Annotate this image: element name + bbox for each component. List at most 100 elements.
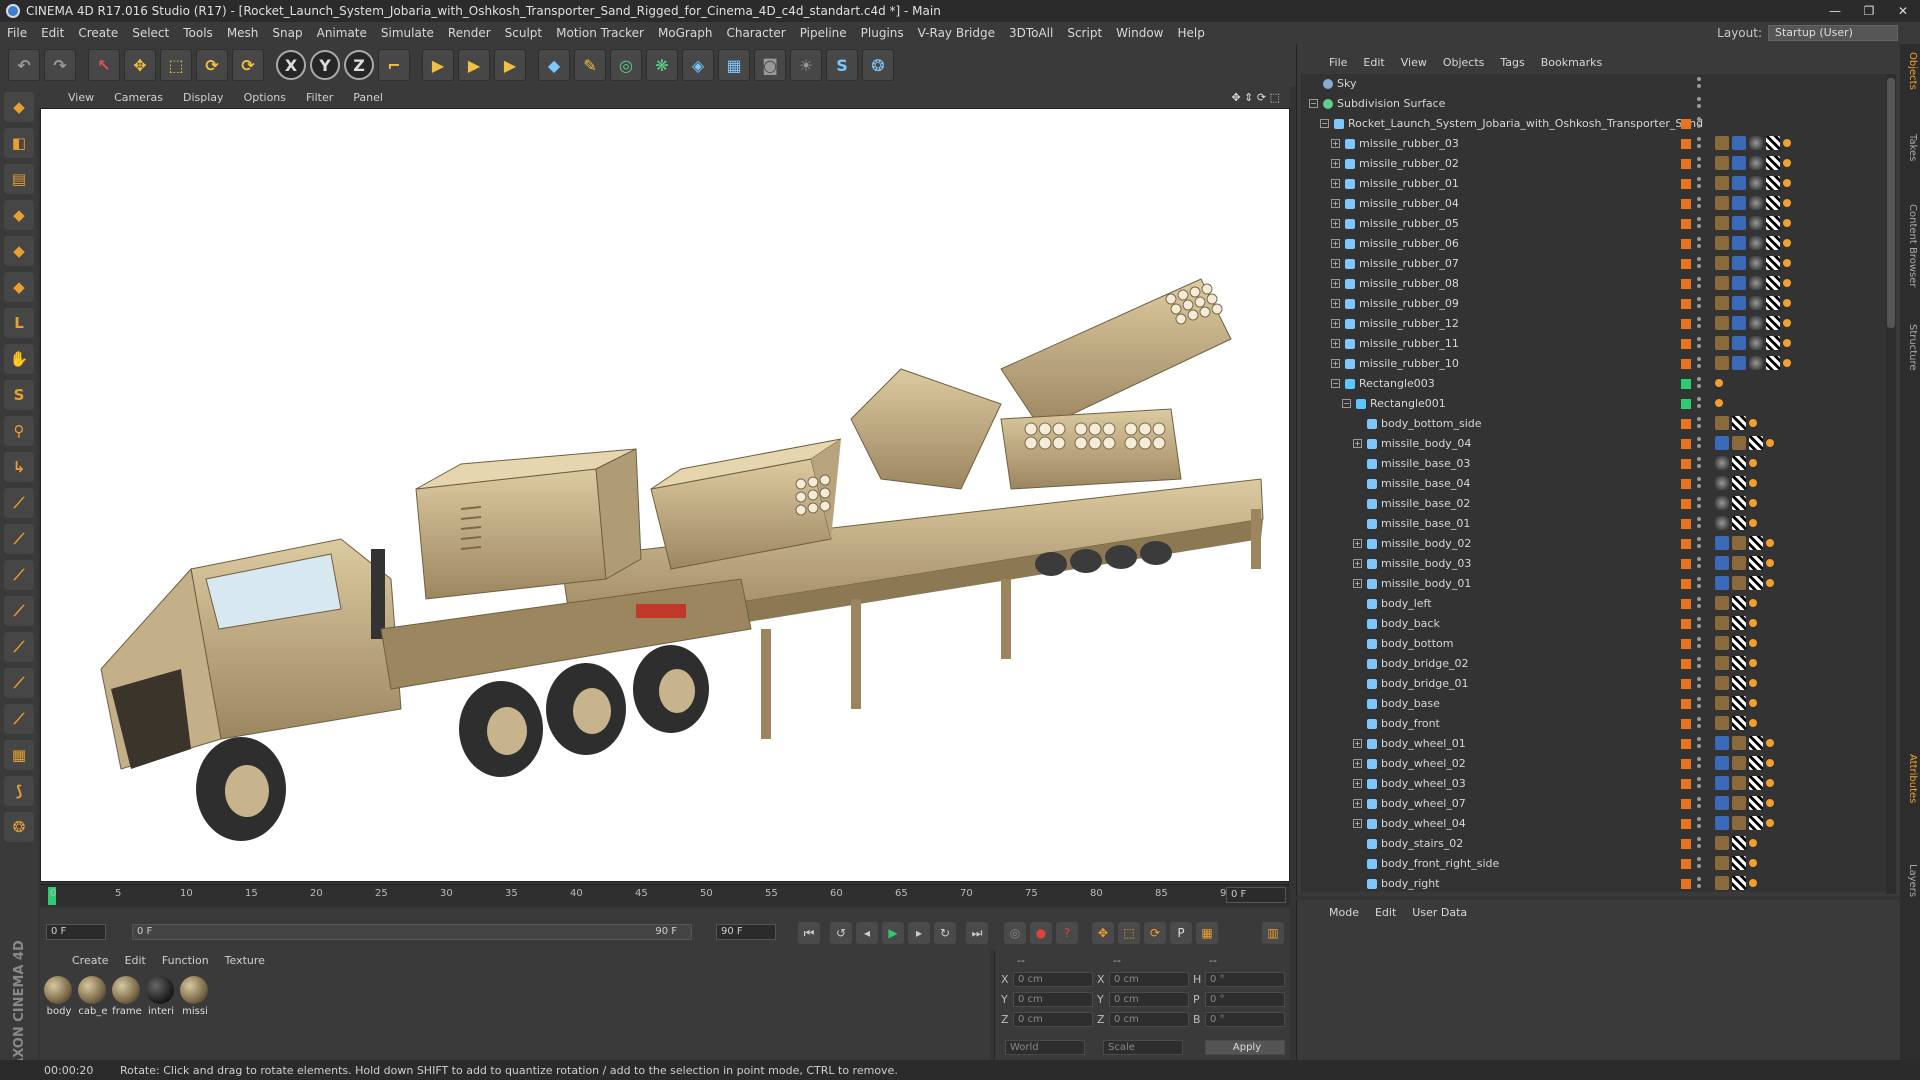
object-layer-swatch[interactable] bbox=[1681, 419, 1691, 429]
tag-icon[interactable] bbox=[1715, 636, 1729, 650]
coordinate-system-button[interactable]: ⌐ bbox=[378, 49, 410, 81]
left-tool-17[interactable]: ⟋ bbox=[4, 668, 34, 698]
tag-icon[interactable] bbox=[1783, 259, 1791, 267]
tag-icon[interactable] bbox=[1732, 576, 1746, 590]
object-row[interactable]: + body_wheel_04 bbox=[1301, 814, 1891, 834]
object-row[interactable]: − Subdivision Surface bbox=[1301, 94, 1891, 114]
expand-toggle[interactable]: − bbox=[1320, 119, 1329, 128]
menu-render[interactable]: Render bbox=[441, 26, 498, 40]
object-layer-swatch[interactable] bbox=[1681, 559, 1691, 569]
object-layer-swatch[interactable] bbox=[1681, 339, 1691, 349]
visibility-dots[interactable] bbox=[1697, 597, 1701, 611]
deformer-button[interactable]: ◈ bbox=[682, 49, 714, 81]
tag-icon[interactable] bbox=[1749, 879, 1757, 887]
attribute-menu-user-data[interactable]: User Data bbox=[1404, 906, 1475, 919]
tag-icon[interactable] bbox=[1715, 436, 1729, 450]
tag-icon[interactable] bbox=[1783, 239, 1791, 247]
tag-icon[interactable] bbox=[1732, 656, 1746, 670]
visibility-dots[interactable] bbox=[1697, 837, 1701, 851]
tag-icon[interactable] bbox=[1732, 256, 1746, 270]
object-layer-swatch[interactable] bbox=[1681, 679, 1691, 689]
object-row[interactable]: + body_wheel_02 bbox=[1301, 754, 1891, 774]
tag-icon[interactable] bbox=[1783, 319, 1791, 327]
object-row[interactable]: + body_wheel_07 bbox=[1301, 794, 1891, 814]
object-menu-file[interactable]: File bbox=[1321, 56, 1355, 69]
end-frame-field[interactable]: 90 F bbox=[716, 924, 776, 940]
tag-icon[interactable] bbox=[1715, 216, 1729, 230]
right-tab-objects[interactable]: Objects bbox=[1902, 52, 1918, 90]
tag-icon[interactable] bbox=[1749, 436, 1763, 450]
tag-icon[interactable] bbox=[1766, 216, 1780, 230]
tag-icon[interactable] bbox=[1783, 299, 1791, 307]
tag-icon[interactable] bbox=[1732, 796, 1746, 810]
python-script-button[interactable]: ❂ bbox=[862, 49, 894, 81]
tag-icon[interactable] bbox=[1749, 679, 1757, 687]
expand-toggle[interactable]: + bbox=[1331, 199, 1340, 208]
left-tool-9[interactable]: S bbox=[4, 380, 34, 410]
left-tool-20[interactable]: ⟆ bbox=[4, 776, 34, 806]
viewport-menu-options[interactable]: Options bbox=[234, 91, 296, 104]
tag-icon[interactable] bbox=[1749, 499, 1757, 507]
object-layer-swatch[interactable] bbox=[1681, 179, 1691, 189]
visibility-dots[interactable] bbox=[1697, 297, 1701, 311]
object-layer-swatch[interactable] bbox=[1681, 119, 1691, 129]
object-scrollbar[interactable] bbox=[1886, 74, 1896, 894]
tag-icon[interactable] bbox=[1715, 416, 1729, 430]
left-tool-8[interactable]: ✋ bbox=[4, 344, 34, 374]
tag-icon[interactable] bbox=[1715, 176, 1729, 190]
visibility-dots[interactable] bbox=[1697, 177, 1701, 191]
object-layer-swatch[interactable] bbox=[1681, 839, 1691, 849]
tag-icon[interactable] bbox=[1732, 136, 1746, 150]
object-row[interactable]: missile_base_02 bbox=[1301, 494, 1891, 514]
menu-sculpt[interactable]: Sculpt bbox=[498, 26, 549, 40]
tag-icon[interactable] bbox=[1732, 716, 1746, 730]
object-row[interactable]: + missile_rubber_12 bbox=[1301, 314, 1891, 334]
left-tool-1[interactable]: ◆ bbox=[4, 92, 34, 122]
left-tool-16[interactable]: ⟋ bbox=[4, 632, 34, 662]
camera-button[interactable]: ◙ bbox=[754, 49, 786, 81]
undo-button[interactable]: ↶ bbox=[8, 49, 40, 81]
object-layer-swatch[interactable] bbox=[1681, 359, 1691, 369]
tag-icon[interactable] bbox=[1749, 216, 1763, 230]
tag-icon[interactable] bbox=[1732, 216, 1746, 230]
left-tool-3[interactable]: ▤ bbox=[4, 164, 34, 194]
expand-toggle[interactable]: − bbox=[1309, 99, 1318, 108]
object-row[interactable]: + missile_rubber_09 bbox=[1301, 294, 1891, 314]
visibility-dots[interactable] bbox=[1697, 557, 1701, 571]
material-menu-edit[interactable]: Edit bbox=[117, 954, 154, 967]
tag-icon[interactable] bbox=[1732, 276, 1746, 290]
tag-icon[interactable] bbox=[1732, 316, 1746, 330]
tag-icon[interactable] bbox=[1715, 576, 1729, 590]
visibility-dots[interactable] bbox=[1697, 397, 1701, 411]
tag-icon[interactable] bbox=[1732, 516, 1746, 530]
material-menu-texture[interactable]: Texture bbox=[217, 954, 273, 967]
visibility-dots[interactable] bbox=[1697, 717, 1701, 731]
visibility-dots[interactable] bbox=[1697, 417, 1701, 431]
tag-icon[interactable] bbox=[1715, 776, 1729, 790]
object-layer-swatch[interactable] bbox=[1681, 139, 1691, 149]
menu-v-ray-bridge[interactable]: V-Ray Bridge bbox=[911, 26, 1002, 40]
object-row[interactable]: + missile_body_02 bbox=[1301, 534, 1891, 554]
tag-icon[interactable] bbox=[1766, 176, 1780, 190]
z-axis-lock[interactable]: Z bbox=[344, 50, 374, 80]
visibility-dots[interactable] bbox=[1697, 817, 1701, 831]
tag-icon[interactable] bbox=[1732, 536, 1746, 550]
key-scale-button[interactable]: ⬚ bbox=[1118, 922, 1140, 944]
expand-toggle[interactable]: + bbox=[1331, 339, 1340, 348]
menu-help[interactable]: Help bbox=[1170, 26, 1211, 40]
tag-icon[interactable] bbox=[1749, 639, 1757, 647]
tag-icon[interactable] bbox=[1715, 379, 1723, 387]
object-row[interactable]: Sky bbox=[1301, 74, 1891, 94]
object-row[interactable]: + missile_rubber_01 bbox=[1301, 174, 1891, 194]
menu-tools[interactable]: Tools bbox=[176, 26, 220, 40]
menu-create[interactable]: Create bbox=[71, 26, 125, 40]
tag-icon[interactable] bbox=[1715, 596, 1729, 610]
tag-icon[interactable] bbox=[1766, 236, 1780, 250]
tag-icon[interactable] bbox=[1732, 776, 1746, 790]
object-row[interactable]: missile_base_03 bbox=[1301, 454, 1891, 474]
object-row[interactable]: − Rectangle003 bbox=[1301, 374, 1891, 394]
visibility-dots[interactable] bbox=[1697, 257, 1701, 271]
expand-toggle[interactable]: + bbox=[1331, 259, 1340, 268]
tag-icon[interactable] bbox=[1749, 316, 1763, 330]
tag-icon[interactable] bbox=[1715, 296, 1729, 310]
